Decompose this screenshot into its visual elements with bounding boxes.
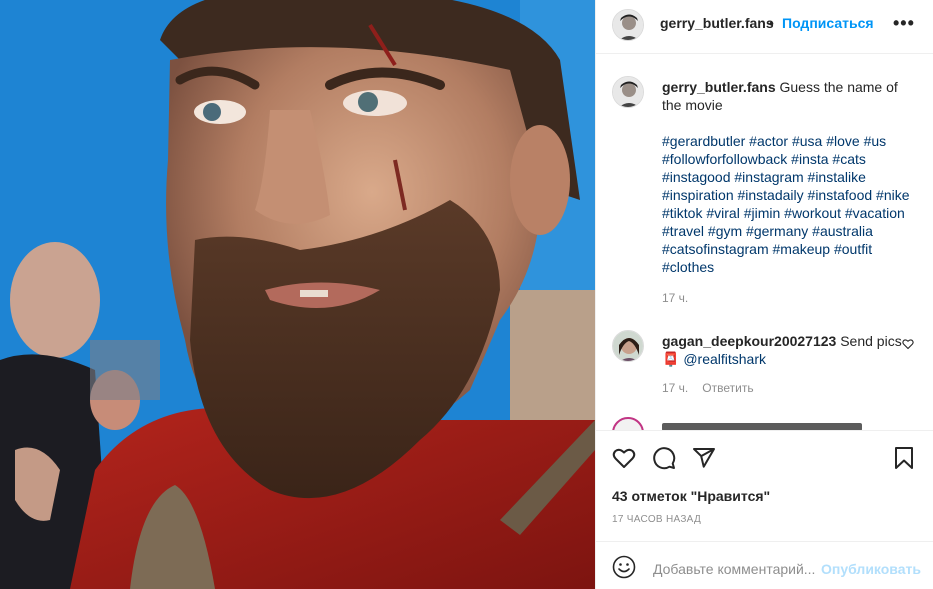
bookmark-icon[interactable] xyxy=(892,446,916,473)
caption-text: gerry_butler.fans Guess the name of the … xyxy=(662,78,918,114)
comment-like-heart-icon[interactable] xyxy=(902,337,914,353)
publish-button[interactable]: Опубликовать xyxy=(821,561,921,577)
comment-mention-link[interactable]: @realfitshark xyxy=(683,351,766,367)
bookmark-glyph xyxy=(895,447,913,469)
post-image[interactable] xyxy=(0,0,595,589)
comment-glyph xyxy=(653,447,676,470)
caption-hashtags[interactable]: #gerardbutler #actor #usa #love #us #fol… xyxy=(662,132,918,276)
share-glyph xyxy=(693,448,715,468)
comment-input[interactable]: Добавьте комментарий... xyxy=(653,561,815,577)
mailbox-emoji: 📮 xyxy=(662,351,680,367)
avatar-image xyxy=(613,77,643,107)
caption-author-avatar[interactable] xyxy=(612,76,644,108)
reply-button[interactable]: Ответить xyxy=(702,381,753,395)
likes-count[interactable]: 43 отметок "Нравится" xyxy=(612,488,770,504)
avatar-image xyxy=(613,331,643,361)
author-username[interactable]: gerry_butler.fans xyxy=(660,15,774,31)
comment-meta: 17 ч. Ответить xyxy=(662,381,754,395)
heart-glyph xyxy=(612,448,636,468)
post-header: gerry_butler.fans • Подписаться ••• xyxy=(596,0,933,54)
post-image-illustration xyxy=(0,0,595,589)
comment-icon[interactable] xyxy=(652,446,676,473)
comment-body: Send pics xyxy=(836,333,902,349)
add-comment-bar: Добавьте комментарий... Опубликовать xyxy=(596,541,933,589)
more-horizontal-icon[interactable]: ••• xyxy=(893,13,915,34)
emoji-icon[interactable] xyxy=(612,555,636,582)
post-timestamp[interactable]: 17 ЧАСОВ НАЗАД xyxy=(612,514,701,525)
comment-time[interactable]: 17 ч. xyxy=(662,381,688,395)
author-avatar[interactable] xyxy=(612,9,644,41)
heart-icon[interactable] xyxy=(612,446,636,473)
follow-button[interactable]: Подписаться xyxy=(782,15,874,31)
partial-comment-text xyxy=(662,423,862,430)
share-icon[interactable] xyxy=(692,446,716,473)
commenter-avatar[interactable] xyxy=(612,330,644,362)
caption-username[interactable]: gerry_butler.fans xyxy=(662,79,776,95)
emoji-glyph xyxy=(612,555,636,579)
commenter-avatar[interactable] xyxy=(612,417,644,430)
commenter-username[interactable]: gagan_deepkour20027123 xyxy=(662,333,836,349)
post-details-panel: gerry_butler.fans • Подписаться ••• gerr… xyxy=(595,0,933,589)
comment-text: gagan_deepkour20027123 Send pics 📮 @real… xyxy=(662,332,918,368)
action-bar: 43 отметок "Нравится" 17 ЧАСОВ НАЗАД xyxy=(596,430,933,540)
header-separator: • xyxy=(769,15,774,31)
heart-outline xyxy=(902,339,914,350)
avatar-image xyxy=(613,10,643,40)
caption-time[interactable]: 17 ч. xyxy=(662,291,688,305)
comments-list[interactable]: gerry_butler.fans Guess the name of the … xyxy=(596,55,933,430)
